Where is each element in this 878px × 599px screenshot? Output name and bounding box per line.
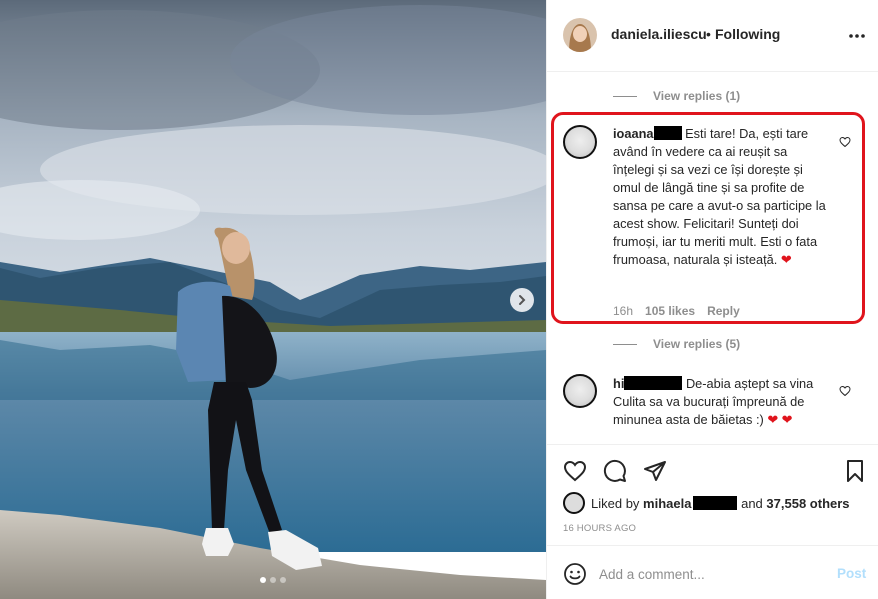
author-avatar[interactable] [563, 18, 597, 52]
comments-list[interactable]: View replies (1) ioaana Esti tare! Da, e… [547, 72, 878, 444]
emoji-icon[interactable] [563, 562, 587, 586]
post-actions: Liked by mihaela and 37,558 others 16 HO… [547, 444, 878, 544]
photo-scene [0, 0, 546, 599]
heart-emoji: ❤ [780, 252, 792, 267]
liked-by-and: and [741, 495, 763, 511]
others-count-link[interactable]: 37,558 others [766, 496, 849, 511]
comment-icon[interactable] [603, 459, 627, 483]
liker-avatar[interactable] [563, 492, 585, 514]
comment-likes[interactable]: 105 likes [645, 304, 695, 318]
like-comment-heart-icon[interactable] [839, 136, 851, 148]
carousel-dots [0, 577, 546, 583]
following-button[interactable]: Following [715, 26, 780, 42]
comment-text: hi De-abia aștept sa vina Culita sa va b… [613, 375, 829, 429]
view-replies-label: View replies (1) [653, 89, 741, 103]
redaction-bar [624, 376, 683, 390]
comment-avatar[interactable] [563, 374, 597, 408]
comment-meta: 16h 105 likes Reply [613, 304, 740, 318]
comment-age: 16h [613, 304, 634, 318]
bookmark-icon[interactable] [843, 459, 867, 483]
share-icon[interactable] [643, 459, 667, 483]
liked-by-prefix: Liked by [591, 495, 640, 511]
like-comment-heart-icon[interactable] [839, 385, 851, 397]
comment-input[interactable] [599, 560, 819, 588]
comment-text: ioaana Esti tare! Da, ești tare având în… [613, 125, 829, 269]
redaction-bar [653, 126, 682, 140]
view-replies-button[interactable]: View replies (5) [613, 337, 740, 351]
chevron-right-icon [519, 295, 526, 305]
heart-emoji: ❤ ❤ [767, 412, 793, 427]
post-side-panel: daniela.iliescu • Following View replies… [546, 0, 878, 599]
comment-username[interactable]: hi [613, 376, 624, 391]
liked-by-user[interactable]: mihaela [643, 496, 691, 511]
author-avatar-image [563, 18, 597, 52]
add-comment-bar: Post [547, 545, 878, 599]
author-username[interactable]: daniela.iliescu [611, 26, 707, 42]
reply-button[interactable]: Reply [707, 304, 740, 318]
view-replies-label: View replies (5) [653, 337, 741, 351]
redaction-bar [693, 496, 738, 510]
replies-line [613, 95, 637, 97]
header-separator: • [706, 26, 711, 42]
post-header: daniela.iliescu • Following [547, 0, 878, 72]
post-timestamp[interactable]: 16 HOURS AGO [563, 523, 636, 534]
likes-summary: Liked by mihaela and 37,558 others [563, 492, 850, 514]
view-replies-button[interactable]: View replies (1) [613, 89, 740, 103]
comment-avatar[interactable] [563, 125, 597, 159]
post-comment-button[interactable]: Post [837, 566, 866, 581]
next-slide-button[interactable] [510, 288, 534, 312]
heart-icon[interactable] [563, 459, 587, 483]
carousel-dot [270, 577, 276, 583]
more-icon[interactable] [847, 26, 867, 46]
comment-body: Esti tare! Da, ești tare având în vedere… [613, 126, 826, 267]
carousel-dot [280, 577, 286, 583]
carousel-dot-active [260, 577, 266, 583]
post-photo[interactable] [0, 0, 546, 599]
replies-line [613, 343, 637, 345]
comment-username[interactable]: ioaana [613, 126, 654, 141]
